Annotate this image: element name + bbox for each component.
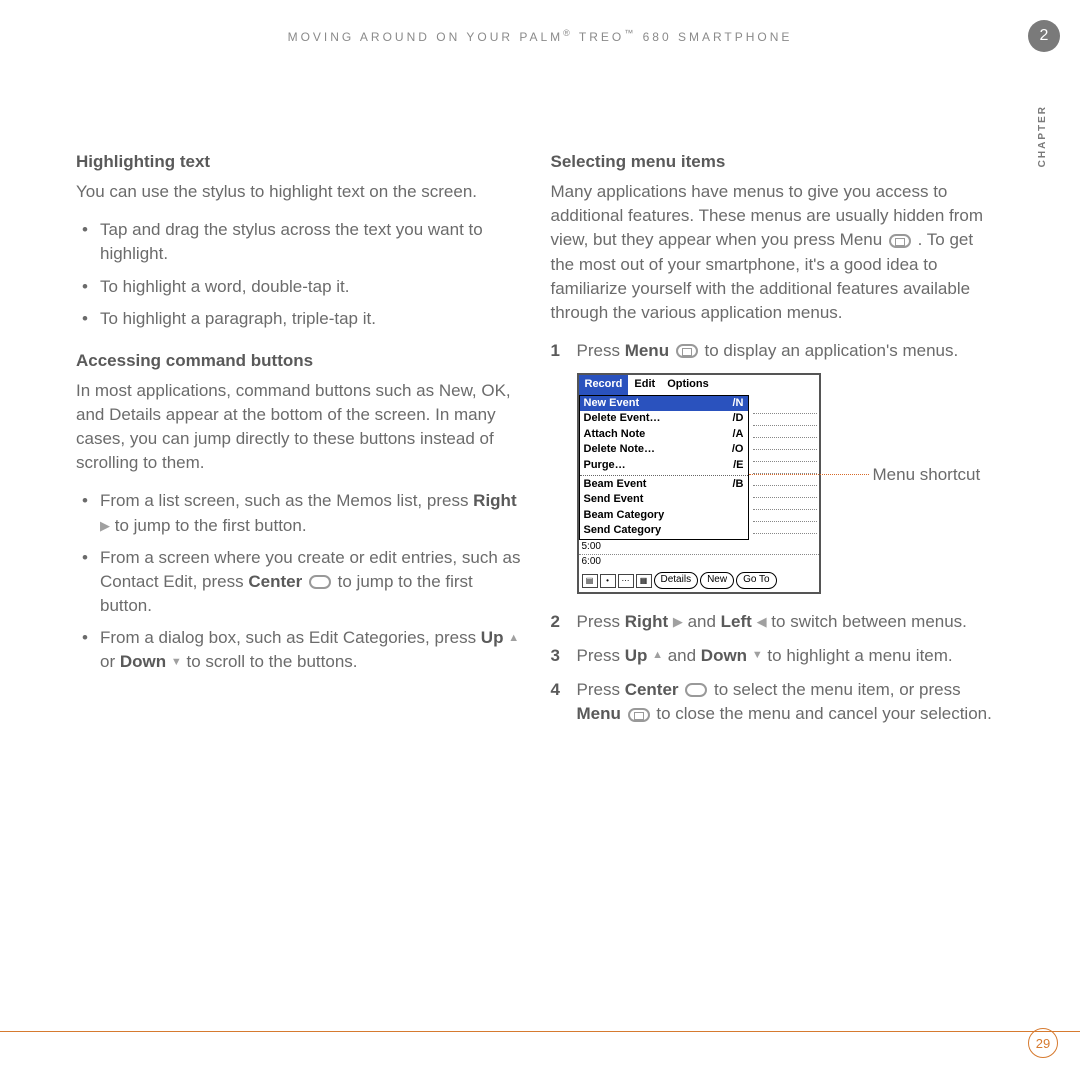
details-button[interactable]: Details bbox=[654, 572, 699, 588]
menu-item[interactable]: Beam Event/B bbox=[580, 477, 748, 493]
paragraph: You can use the stylus to highlight text… bbox=[76, 180, 521, 204]
menu-item[interactable]: Delete Note…/O bbox=[580, 442, 748, 458]
heading-command-buttons: Accessing command buttons bbox=[76, 349, 521, 373]
menu-item[interactable]: Purge…/E bbox=[580, 458, 748, 474]
calendar-lines bbox=[753, 413, 817, 545]
menu-item[interactable]: Send Event bbox=[580, 492, 748, 508]
menu-tab-edit[interactable]: Edit bbox=[628, 375, 661, 395]
step-item: 2 Press Right ▶ and Left ◀ to switch bet… bbox=[551, 610, 996, 634]
right-arrow-icon: ▶ bbox=[673, 613, 683, 631]
down-arrow-icon: ▼ bbox=[171, 655, 182, 671]
step-item: 1 Press Menu to display an application's… bbox=[551, 339, 996, 363]
view-icon[interactable]: ▦ bbox=[636, 574, 652, 588]
view-icon[interactable]: ▤ bbox=[582, 574, 598, 588]
menu-key-icon bbox=[628, 708, 650, 722]
menu-key-icon bbox=[676, 344, 698, 358]
menu-item[interactable]: Send Category bbox=[580, 523, 748, 539]
menu-tab-options[interactable]: Options bbox=[661, 375, 715, 395]
center-button-icon bbox=[685, 683, 707, 697]
menu-item[interactable]: Beam Category bbox=[580, 508, 748, 524]
down-arrow-icon: ▼ bbox=[752, 648, 763, 664]
bullet-list: From a list screen, such as the Memos li… bbox=[76, 489, 521, 674]
right-column: Selecting menu items Many applications h… bbox=[551, 150, 996, 736]
list-item: From a list screen, such as the Memos li… bbox=[76, 489, 521, 537]
list-item: To highlight a word, double-tap it. bbox=[76, 275, 521, 299]
menu-item[interactable]: Attach Note/A bbox=[580, 427, 748, 443]
bullet-list: Tap and drag the stylus across the text … bbox=[76, 218, 521, 331]
paragraph: Many applications have menus to give you… bbox=[551, 180, 996, 325]
new-button[interactable]: New bbox=[700, 572, 734, 588]
chapter-number-badge: 2 bbox=[1028, 20, 1060, 52]
goto-button[interactable]: Go To bbox=[736, 572, 777, 588]
paragraph: In most applications, command buttons su… bbox=[76, 379, 521, 476]
callout-label: Menu shortcut bbox=[873, 463, 981, 487]
center-button-icon bbox=[309, 575, 331, 589]
heading-highlighting: Highlighting text bbox=[76, 150, 521, 174]
time-row: 6:00 bbox=[579, 554, 819, 569]
list-item: To highlight a paragraph, triple-tap it. bbox=[76, 307, 521, 331]
up-arrow-icon: ▲ bbox=[652, 648, 663, 664]
heading-selecting-menus: Selecting menu items bbox=[551, 150, 996, 174]
menu-item[interactable]: Delete Event…/D bbox=[580, 411, 748, 427]
list-item: From a dialog box, such as Edit Categori… bbox=[76, 626, 521, 674]
menu-key-icon bbox=[889, 234, 911, 248]
callout-line bbox=[749, 474, 869, 475]
footer-rule bbox=[0, 1031, 1080, 1032]
list-item: Tap and drag the stylus across the text … bbox=[76, 218, 521, 266]
left-column: Highlighting text You can use the stylus… bbox=[76, 150, 521, 736]
step-item: 3 Press Up ▲ and Down ▼ to highlight a m… bbox=[551, 644, 996, 668]
left-arrow-icon: ◀ bbox=[757, 613, 767, 631]
menu-item[interactable]: New Event/N bbox=[580, 396, 748, 412]
device-screenshot: Record Edit Options New Event/N Delete E… bbox=[577, 373, 996, 594]
right-arrow-icon: ▶ bbox=[100, 517, 110, 535]
chapter-label: CHAPTER bbox=[1037, 105, 1048, 167]
view-icon[interactable]: • bbox=[600, 574, 616, 588]
menu-tab-record[interactable]: Record bbox=[579, 375, 629, 395]
running-title: MOVING AROUND ON YOUR PALM® TREO™ 680 SM… bbox=[0, 28, 1080, 44]
step-item: 4 Press Center to select the menu item, … bbox=[551, 678, 996, 726]
page-number: 29 bbox=[1028, 1028, 1058, 1058]
up-arrow-icon: ▲ bbox=[508, 631, 519, 647]
list-item: From a screen where you create or edit e… bbox=[76, 546, 521, 618]
view-icon[interactable]: ⋯ bbox=[618, 574, 634, 588]
